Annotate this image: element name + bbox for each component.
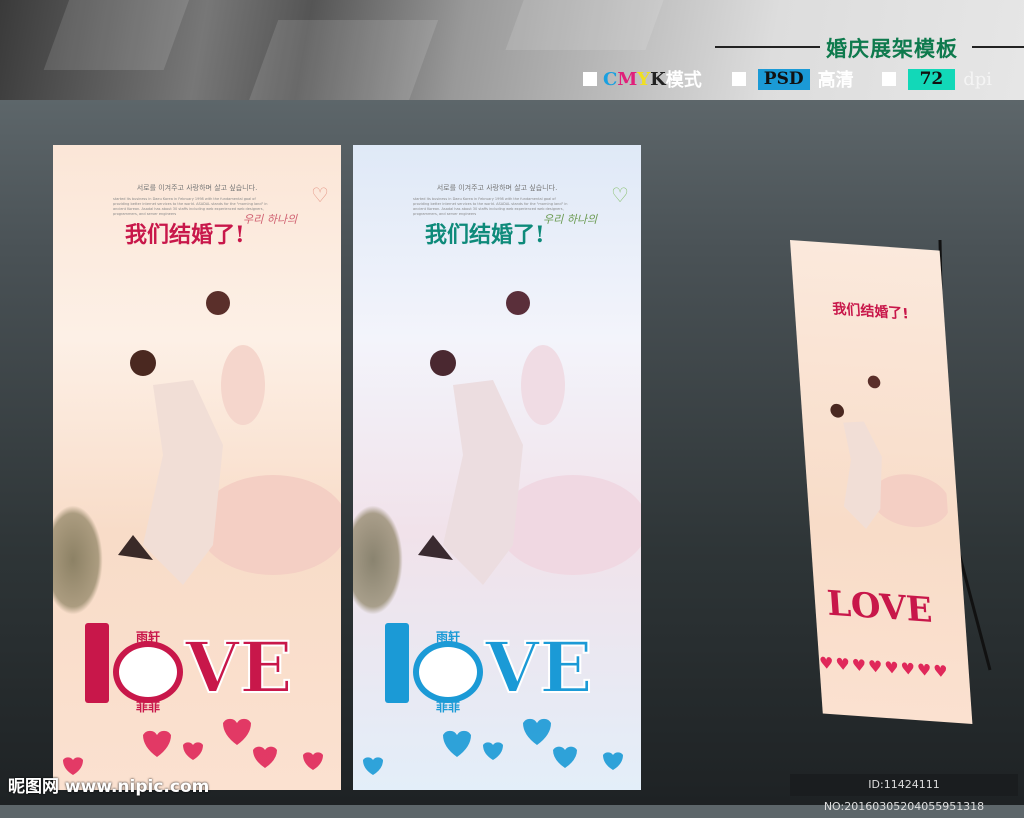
logo-name-top: 雨轩 xyxy=(135,630,160,644)
banner-love-ve: VE xyxy=(878,587,934,632)
love-o-logo: 雨轩 菲菲 xyxy=(413,630,483,714)
love-ve: VE xyxy=(184,626,294,709)
love-l-bar xyxy=(385,623,409,703)
quality-label: 高清 xyxy=(817,70,854,91)
couple-photo xyxy=(418,291,641,585)
drawn-heart-icon: ♡ xyxy=(311,183,329,207)
title-rule-left xyxy=(715,46,820,48)
drawn-heart-icon: ♡ xyxy=(611,183,629,207)
decor-polygon xyxy=(505,0,675,50)
cmyk-y: Y xyxy=(637,68,651,90)
format-badge: PSD xyxy=(757,68,810,90)
love-logo: 雨轩 菲菲 VE xyxy=(385,623,594,714)
resolution-unit: dpi xyxy=(963,68,993,90)
spec-row: C M Y K 模式 PSD 高清 72 dpi xyxy=(583,66,1020,92)
poster-pink: 서로를 이겨주고 사랑하며 살고 싶습니다. started its busin… xyxy=(53,145,341,790)
title-rule-right xyxy=(972,46,1024,48)
logo-name-top: 雨轩 xyxy=(435,630,460,644)
banner-hearts: ♥♥♥♥♥♥♥♥ xyxy=(818,653,951,682)
couple-photo xyxy=(118,291,341,585)
korean-line: 서로를 이겨주고 사랑하며 살고 싶습니다. xyxy=(436,184,558,192)
tree-image xyxy=(353,505,403,615)
resolution-badge: 72 xyxy=(907,68,956,90)
banner-headline: 我们结婚了! xyxy=(831,301,910,323)
headline: 我们结婚了! xyxy=(425,222,545,248)
bullet-square xyxy=(583,72,597,86)
script-text: 우리 하나의 xyxy=(543,213,598,226)
decor-polygon xyxy=(43,0,197,70)
page-title: 婚庆展架模板 xyxy=(826,36,958,61)
cmyk-c: C xyxy=(603,68,618,90)
tree-image xyxy=(53,505,103,615)
bullet-square xyxy=(731,72,746,86)
korean-line: 서로를 이겨주고 사랑하며 살고 싶습니다. xyxy=(136,184,258,192)
cmyk-k: K xyxy=(650,68,666,90)
script-text: 우리 하나의 xyxy=(243,213,298,226)
banner-couple-photo xyxy=(830,375,950,529)
poster-blue: 서로를 이겨주고 사랑하며 살고 싶습니다. started its busin… xyxy=(353,145,641,790)
bullet-square xyxy=(881,72,896,86)
hearts-decoration xyxy=(363,718,623,775)
color-mode-label: 模式 xyxy=(665,70,702,91)
banner-love-l: L xyxy=(825,583,853,626)
love-l-bar xyxy=(85,623,109,703)
love-ve: VE xyxy=(484,626,594,709)
decor-polygon xyxy=(241,20,439,100)
love-o-logo: 雨轩 菲菲 xyxy=(113,630,183,714)
cmyk-m: M xyxy=(617,68,638,90)
love-logo: 雨轩 菲菲 VE xyxy=(85,623,294,714)
image-id: ID:11424111 NO:20160305204055951318 xyxy=(790,774,1018,813)
watermark: 昵图网 www.nipic.com xyxy=(8,777,210,797)
banner-love: LOVE xyxy=(825,583,934,632)
headline: 我们结婚了! xyxy=(125,222,245,248)
